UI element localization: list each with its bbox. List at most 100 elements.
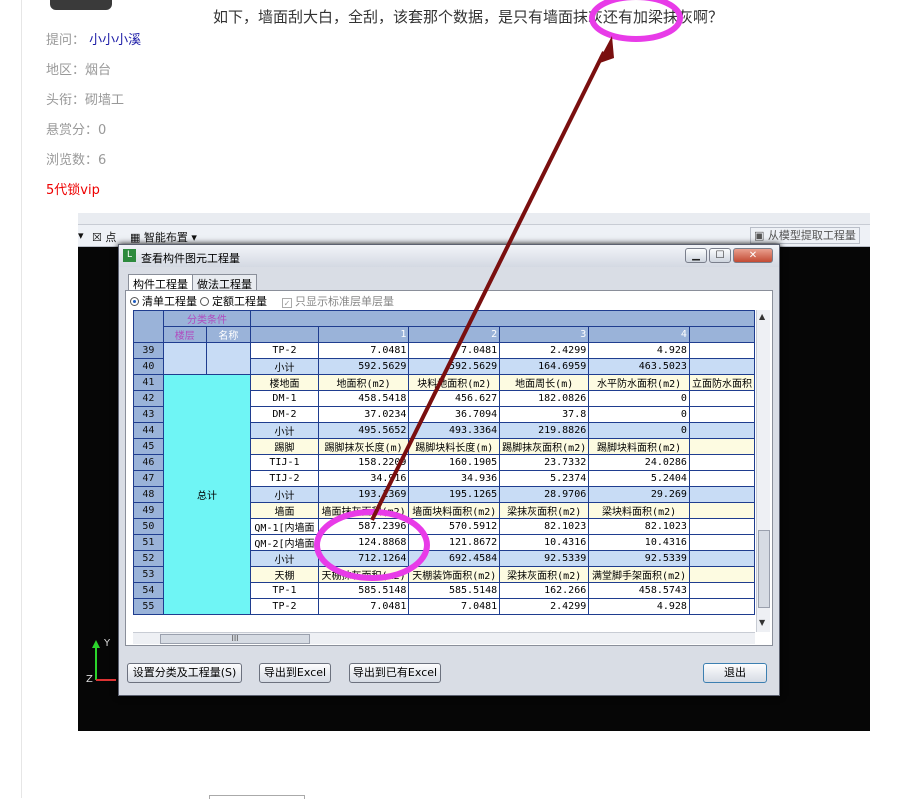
dialog-title: 查看构件图元工程量	[141, 252, 240, 265]
value-cell: 梁抹灰面积(m2)	[499, 566, 590, 583]
value-cell: 587.2396	[317, 518, 410, 535]
value-cell	[688, 534, 755, 551]
toolbar-top	[78, 213, 870, 225]
bottom-input-edge[interactable]	[209, 795, 305, 799]
value-cell: 164.6959	[499, 358, 590, 375]
quantity-panel: 清单工程量 定额工程量 ✓ 只显示标准层单层量 分类条件 楼层 名称 1 2 3…	[125, 290, 773, 646]
point-tool[interactable]: ☒ 点	[92, 229, 116, 245]
minimize-button[interactable]: ▁	[685, 248, 707, 263]
value-cell: 585.5148	[317, 582, 410, 599]
value-cell: 踢脚块料长度(m)	[408, 438, 501, 455]
value-cell: 块料地面积(m2)	[408, 374, 501, 391]
vertical-scrollbar[interactable]: ▲ ▼	[756, 310, 770, 632]
grid-icon: ▦	[130, 231, 141, 244]
horizontal-scrollbar[interactable]: III	[133, 632, 755, 644]
value-cell: 7.0481	[317, 342, 410, 359]
value-cell: 456.627	[408, 390, 501, 407]
type-cell: TIJ-2	[250, 470, 319, 487]
radio-icon	[200, 297, 209, 306]
type-cell: 天棚	[250, 566, 319, 583]
export-existing-excel-button[interactable]: 导出到已有Excel	[349, 663, 441, 683]
value-cell: 墙面块料面积(m2)	[408, 502, 501, 519]
value-cell: 162.266	[499, 582, 590, 599]
quantity-table: 分类条件 楼层 名称 1 2 3 4 39 TP-2 7.0481 7.0481…	[133, 310, 755, 632]
type-cell: 小计	[250, 422, 319, 439]
row-number: 53	[133, 566, 164, 583]
option-list-quantity[interactable]: 清单工程量	[130, 293, 197, 309]
value-cell	[688, 358, 755, 375]
scroll-up-icon[interactable]: ▲	[759, 312, 765, 321]
dialog-titlebar[interactable]: L 查看构件图元工程量 ▁ ☐ ✕	[119, 245, 779, 267]
axis-y-label: Y	[104, 638, 111, 649]
axis-gizmo: Y Z	[86, 638, 126, 688]
dropdown-arrow-icon[interactable]: ▾	[78, 229, 84, 242]
value-cell: 地面积(m2)	[317, 374, 410, 391]
option-quota-quantity[interactable]: 定额工程量	[200, 293, 267, 309]
type-cell: 小计	[250, 486, 319, 503]
value-cell: 463.5023	[588, 358, 690, 375]
arrow-head-icon	[597, 36, 614, 64]
value-cell	[688, 518, 755, 535]
value-cell: 墙面抹灰面积(m2)	[317, 502, 410, 519]
value-cell	[688, 390, 755, 407]
value-cell: 24.0286	[588, 454, 690, 471]
type-cell: 小计	[250, 550, 319, 567]
value-cell: 712.1264	[317, 550, 410, 567]
smart-layout-button[interactable]: ▦ 智能布置 ▾	[130, 229, 197, 245]
horizontal-scroll-thumb[interactable]: III	[160, 634, 310, 644]
avatar[interactable]	[50, 0, 112, 10]
row-number: 47	[133, 470, 164, 487]
value-cell: 458.5418	[317, 390, 410, 407]
value-cell: 踢脚抹灰长度(m)	[317, 438, 410, 455]
type-cell: 楼地面	[250, 374, 319, 391]
row-number: 51	[133, 534, 164, 551]
row-number: 52	[133, 550, 164, 567]
col-header-5	[688, 326, 755, 343]
row-number: 46	[133, 454, 164, 471]
settings-button[interactable]: 设置分类及工程量(S)	[127, 663, 242, 683]
value-cell: 0	[588, 390, 690, 407]
value-cell: 195.1265	[408, 486, 501, 503]
asker-name-link[interactable]: 小小小溪	[89, 33, 141, 48]
tab-method-quantity[interactable]: 做法工程量	[192, 274, 257, 291]
value-cell: 2.4299	[499, 342, 590, 359]
value-cell: 570.5912	[408, 518, 501, 535]
table-row[interactable]: 39 TP-2 7.0481 7.0481 2.4299 4.928	[133, 342, 755, 375]
row-number: 45	[133, 438, 164, 455]
option-quota-label: 定额工程量	[212, 295, 267, 308]
option-std-floor[interactable]: ✓ 只显示标准层单层量	[282, 293, 394, 309]
value-cell: 水平防水面积(m2)	[588, 374, 690, 391]
quantity-dialog: L 查看构件图元工程量 ▁ ☐ ✕ 构件工程量 做法工程量 清单工程量 定额工程…	[118, 244, 780, 696]
group-header: 分类条件	[162, 310, 252, 327]
type-cell: TP-1	[250, 582, 319, 599]
value-cell: 0	[588, 422, 690, 439]
corner-header	[133, 310, 164, 343]
axis-z-label: Z	[86, 674, 93, 685]
col-header-4: 4	[588, 326, 690, 343]
checkbox-icon: ✓	[282, 298, 292, 308]
smart-layout-label: 智能布置	[143, 231, 188, 244]
exit-button[interactable]: 退出	[703, 663, 767, 683]
app-icon: L	[123, 249, 136, 262]
value-cell: 592.5629	[408, 358, 501, 375]
close-button[interactable]: ✕	[733, 248, 773, 263]
tab-component-quantity[interactable]: 构件工程量	[128, 274, 193, 291]
vertical-scroll-thumb[interactable]	[758, 530, 770, 608]
export-excel-button[interactable]: 导出到Excel	[259, 663, 331, 683]
row-number: 43	[133, 406, 164, 423]
value-cell: 34.936	[408, 470, 501, 487]
col-header-1: 1	[317, 326, 410, 343]
value-cell	[688, 582, 755, 599]
value-cell: 天棚抹灰面积(m2)	[317, 566, 410, 583]
vip-link[interactable]: 5代锁vip	[46, 179, 100, 198]
value-cell: 10.4316	[588, 534, 690, 551]
value-cell: 天棚装饰面积(m2)	[408, 566, 501, 583]
type-cell: QM-1[内墙面	[250, 518, 319, 535]
extract-quantity-button[interactable]: ▣ 从模型提取工程量	[750, 227, 860, 244]
maximize-button[interactable]: ☐	[709, 248, 731, 263]
value-cell: 踢脚块料面积(m2)	[588, 438, 690, 455]
table-row[interactable]: 41 总计 楼地面 地面积(m2) 块料地面积(m2) 地面周长(m) 水平防水面积(m2)…	[133, 374, 755, 615]
scroll-down-icon[interactable]: ▼	[759, 618, 765, 627]
asker-info: 提问： 小小小溪	[46, 29, 141, 48]
views-info: 浏览数：6	[46, 153, 107, 168]
